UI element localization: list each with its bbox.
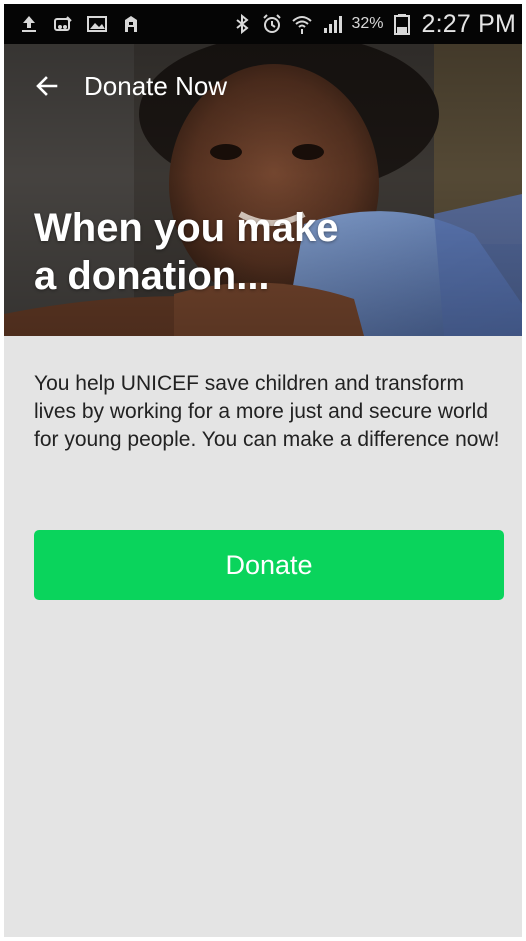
alarm-icon [261, 13, 283, 35]
signal-icon [321, 13, 343, 35]
battery-icon [391, 13, 413, 35]
app-icon [120, 13, 142, 35]
wifi-icon [291, 13, 313, 35]
status-bar: 32% 2:27 PM [4, 4, 522, 44]
voicemail-icon [52, 13, 74, 35]
image-icon [86, 13, 108, 35]
bluetooth-icon [231, 13, 253, 35]
donate-button[interactable]: Donate [34, 530, 504, 600]
battery-percent: 32% [351, 15, 384, 32]
status-time: 2:27 PM [421, 9, 516, 38]
hero-headline: When you make a donation... [34, 204, 394, 300]
notification-icons [18, 13, 142, 35]
back-button[interactable] [30, 69, 64, 103]
arrow-left-icon [36, 76, 58, 96]
system-icons: 32% 2:27 PM [231, 10, 516, 39]
hero-headline-line2: a donation... [34, 254, 270, 298]
upload-icon [18, 13, 40, 35]
donation-description: You help UNICEF save children and transf… [34, 372, 500, 451]
phone-screen: 32% 2:27 PM Donate Now When you make a d… [4, 4, 522, 937]
app-bar: Donate Now [4, 44, 522, 128]
hero-banner: Donate Now When you make a donation... [4, 44, 522, 336]
page-title: Donate Now [84, 70, 228, 101]
hero-headline-line1: When you make [34, 206, 339, 250]
